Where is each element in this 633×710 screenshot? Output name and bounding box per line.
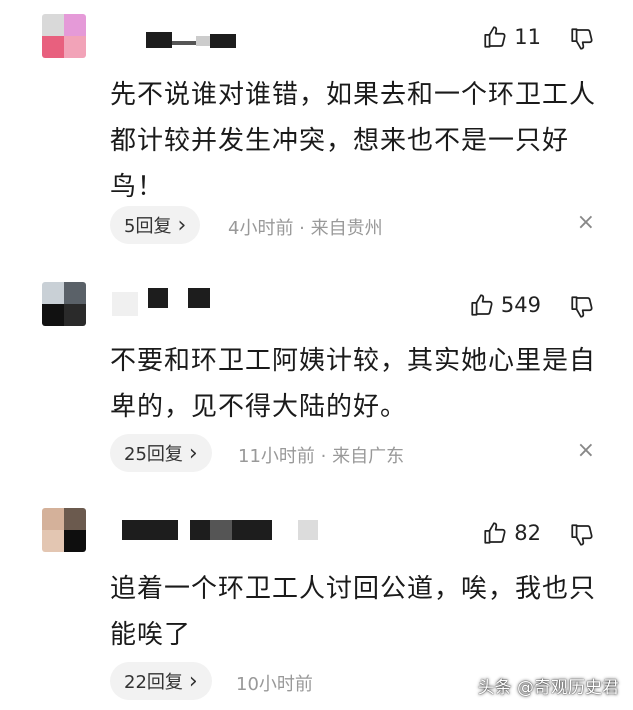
like-button[interactable]: 549 [469,292,541,318]
avatar[interactable] [42,282,86,326]
reply-button[interactable]: 22回复 › [110,662,212,700]
like-count: 82 [514,521,541,545]
thumbs-up-icon [469,292,495,318]
watermark: 头条 @奇观历史君 [477,678,619,698]
thumbs-down-icon [569,522,595,548]
thumbs-up-icon [482,24,508,50]
like-count: 549 [500,293,541,317]
reply-label: 22回复 [124,672,183,693]
comment-meta: 11小时前 · 来自广东 [238,446,405,467]
close-icon[interactable]: × [577,210,595,235]
chevron-right-icon: › [177,212,187,238]
comment-item: 11 先不说谁对谁错，如果去和一个环卫工人都计较并发生冲突，想来也不是一只好鸟！… [0,14,633,244]
close-icon[interactable]: × [577,438,595,463]
thumbs-down-icon [569,294,595,320]
comment-text: 先不说谁对谁错，如果去和一个环卫工人都计较并发生冲突，想来也不是一只好鸟！ [110,80,597,202]
chevron-right-icon: › [188,668,198,694]
avatar[interactable] [42,508,86,552]
thumbs-up-icon [482,520,508,546]
comment-meta: 4小时前 · 来自贵州 [228,218,383,239]
comment-item: 549 不要和环卫工阿姨计较，其实她心里是自卑的，见不得大陆的好。 25回复 ›… [0,282,633,482]
like-button[interactable]: 82 [482,520,541,546]
dislike-button[interactable] [569,294,595,320]
thumbs-down-icon [569,26,595,52]
comment-text: 不要和环卫工阿姨计较，其实她心里是自卑的，见不得大陆的好。 [110,346,597,422]
like-button[interactable]: 11 [482,24,541,50]
reply-button[interactable]: 25回复 › [110,434,212,472]
avatar[interactable] [42,14,86,58]
reply-label: 25回复 [124,444,183,465]
chevron-right-icon: › [188,440,198,466]
dislike-button[interactable] [569,522,595,548]
reply-label: 5回复 [124,216,172,237]
reply-button[interactable]: 5回复 › [110,206,201,244]
dislike-button[interactable] [569,26,595,52]
like-count: 11 [514,25,541,49]
comment-meta: 10小时前 [236,674,313,695]
comment-text: 追着一个环卫工人讨回公道，唉，我也只能唉了 [110,574,597,650]
